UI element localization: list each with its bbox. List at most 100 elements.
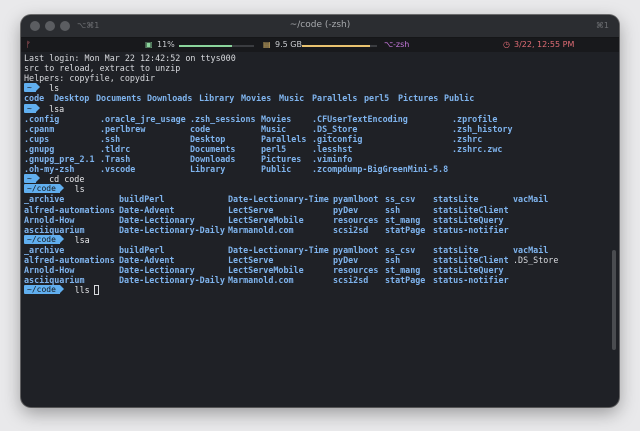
listing-entry: .gnupg — [24, 143, 55, 154]
listing-entry: ssh — [385, 255, 401, 265]
listing-entry: Desktop — [190, 133, 226, 144]
listing-entry: .vscode — [100, 164, 136, 175]
listing-entry: Date-Lectionary — [119, 265, 195, 276]
listing-entry: Public — [261, 164, 292, 175]
listing-entry: .gitconfig — [312, 133, 363, 144]
listing-entry: asciiquarium — [24, 224, 85, 235]
listing-entry: statsLiteClient — [433, 204, 509, 215]
listing-entry: statPage — [385, 224, 426, 235]
listing-entry: .ssh — [100, 133, 121, 144]
status-bar: ᚠ ▣ 11% ▤ 9.5 GB ⌥ -zsh ◷ 3/22, 12:55 PM — [21, 38, 619, 52]
listing-entry: resources — [333, 214, 379, 225]
listing-entry: Date-Lectionary-Time — [228, 194, 329, 205]
terminal-window: ⌥⌘1 ~/code (-zsh) ⌘1 ᚠ ▣ 11% ▤ 9.5 GB ⌥ … — [21, 15, 619, 407]
listing-entry: ss_csv — [385, 194, 416, 205]
listing-entry: Date-Advent — [119, 255, 175, 265]
output-text: Helpers: copyfile, copydir — [24, 73, 156, 84]
scrollbar[interactable] — [612, 250, 616, 350]
listing-entry: .gnupg_pre_2.1 — [24, 154, 95, 164]
clock-icon: ◷ — [503, 40, 510, 49]
command-text: ls — [74, 184, 85, 195]
listing-entry: Pictures — [261, 154, 302, 164]
listing-entry: Parallels — [261, 133, 307, 144]
listing-entry: Date-Advent — [119, 204, 175, 215]
listing-entry: Date-Lectionary — [119, 214, 195, 225]
listing-entry: pyamlboot — [333, 194, 379, 205]
listing-entry: LectServe — [228, 204, 274, 215]
datetime: 3/22, 12:55 PM — [514, 40, 575, 49]
listing-entry: asciiquarium — [24, 275, 85, 286]
listing-entry: perl5 — [364, 93, 390, 104]
listing-entry: status-notifier — [433, 275, 509, 286]
listing-entry: .zsh_sessions — [190, 113, 256, 124]
listing-entry: .DS_Store — [513, 255, 559, 265]
listing-entry: Arnold-How — [24, 214, 75, 225]
memory-usage: 9.5 GB — [275, 40, 302, 49]
listing-entry: Date-Lectionary-Daily — [119, 275, 225, 286]
listing-entry: Music — [261, 123, 287, 134]
listing-entry: statsLiteQuery — [433, 214, 504, 225]
listing-entry: .DS_Store — [312, 123, 358, 134]
output-text: Last login: Mon Mar 22 12:42:52 on ttys0… — [24, 53, 236, 63]
listing-entry: Music — [279, 93, 305, 104]
listing-entry: Movies — [261, 113, 292, 124]
cpu-bar — [179, 45, 254, 47]
listing-entry: pyDev — [333, 204, 359, 215]
listing-entry: .tldrc — [100, 143, 131, 154]
listing-entry: .cpanm — [24, 123, 55, 134]
listing-entry: .oracle_jre_usage — [100, 113, 186, 124]
listing-entry: .viminfo — [312, 154, 353, 164]
listing-entry: .cups — [24, 133, 50, 144]
listing-entry: vacMail — [513, 194, 549, 205]
listing-entry: Arnold-How — [24, 265, 75, 276]
listing-entry: Date-Lectionary-Daily — [119, 224, 225, 235]
listing-entry: scsi2sd — [333, 224, 369, 235]
listing-entry: Library — [190, 164, 226, 175]
memory-bar — [302, 45, 377, 47]
listing-entry: .config — [24, 113, 60, 124]
prompt-segment: ~/code — [24, 234, 64, 244]
terminal-output[interactable]: Last login: Mon Mar 22 12:42:52 on ttys0… — [24, 53, 584, 403]
prompt-segment: ~/code — [24, 285, 64, 295]
shell-icon: ⌥ — [384, 40, 394, 49]
listing-entry: Pictures — [398, 93, 439, 104]
listing-entry: alfred-automations — [24, 255, 115, 265]
listing-entry: perl5 — [261, 143, 287, 154]
listing-entry: Downloads — [147, 93, 193, 104]
listing-entry: .lesshst — [312, 143, 353, 154]
listing-entry: Library — [199, 93, 235, 104]
command-text: lsa — [74, 234, 90, 245]
command-text: ls — [49, 83, 60, 94]
listing-entry: Parallels — [312, 93, 358, 104]
listing-entry: .zsh_history — [452, 123, 513, 134]
listing-entry: LectServeMobile — [228, 265, 304, 276]
listing-entry: .Trash — [100, 154, 131, 164]
text-cursor[interactable] — [93, 285, 99, 296]
listing-entry: LectServeMobile — [228, 214, 304, 225]
listing-entry: scsi2sd — [333, 275, 369, 286]
title-bar[interactable]: ⌥⌘1 ~/code (-zsh) ⌘1 — [21, 15, 619, 38]
listing-entry: ssh — [385, 204, 401, 215]
listing-entry: Documents — [96, 93, 142, 104]
command-text: cd code — [49, 174, 85, 185]
listing-entry: statPage — [385, 275, 426, 286]
listing-entry: st_mang — [385, 265, 421, 276]
listing-entry: pyamlboot — [333, 244, 379, 255]
branch-icon: ᚠ — [26, 40, 31, 49]
listing-entry: ss_csv — [385, 244, 416, 255]
prompt-segment: ~ — [24, 83, 40, 93]
listing-entry: vacMail — [513, 244, 549, 255]
listing-entry: Movies — [241, 93, 272, 104]
command-text: lsa — [49, 103, 65, 114]
listing-entry: .oh-my-zsh — [24, 164, 75, 175]
listing-entry: code — [190, 123, 211, 134]
output-text: src to reload, extract to unzip — [24, 63, 181, 74]
listing-entry: resources — [333, 265, 379, 276]
command-text: lls — [74, 285, 90, 296]
prompt-segment: ~ — [24, 174, 40, 184]
listing-entry: statsLite — [433, 194, 479, 205]
prompt-segment: ~/code — [24, 184, 64, 194]
listing-entry: Public — [444, 93, 475, 104]
listing-entry: Documents — [190, 143, 236, 154]
listing-entry: code — [24, 93, 45, 104]
